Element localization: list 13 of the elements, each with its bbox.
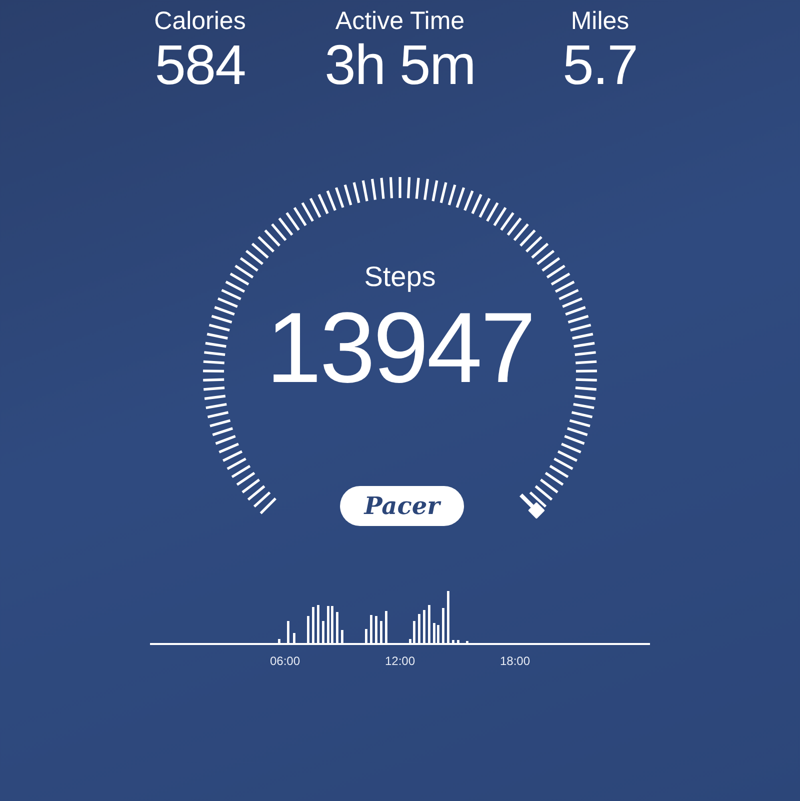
stat-value: 584	[154, 36, 246, 94]
gauge-marker	[520, 494, 545, 520]
stat-label: Active Time	[335, 8, 465, 36]
time-label: 18:00	[500, 654, 530, 668]
stat-value: 3h 5m	[324, 36, 476, 94]
steps-label: Steps	[364, 260, 436, 294]
time-label: 12:00	[384, 654, 416, 668]
stat-label: Calories	[154, 8, 246, 36]
stat-label: Miles	[570, 8, 630, 36]
steps-count: 13947	[266, 298, 534, 398]
stat-value: 5.7	[562, 36, 638, 94]
time-label: 06:00	[270, 654, 300, 668]
logo: Pacer	[340, 486, 464, 526]
